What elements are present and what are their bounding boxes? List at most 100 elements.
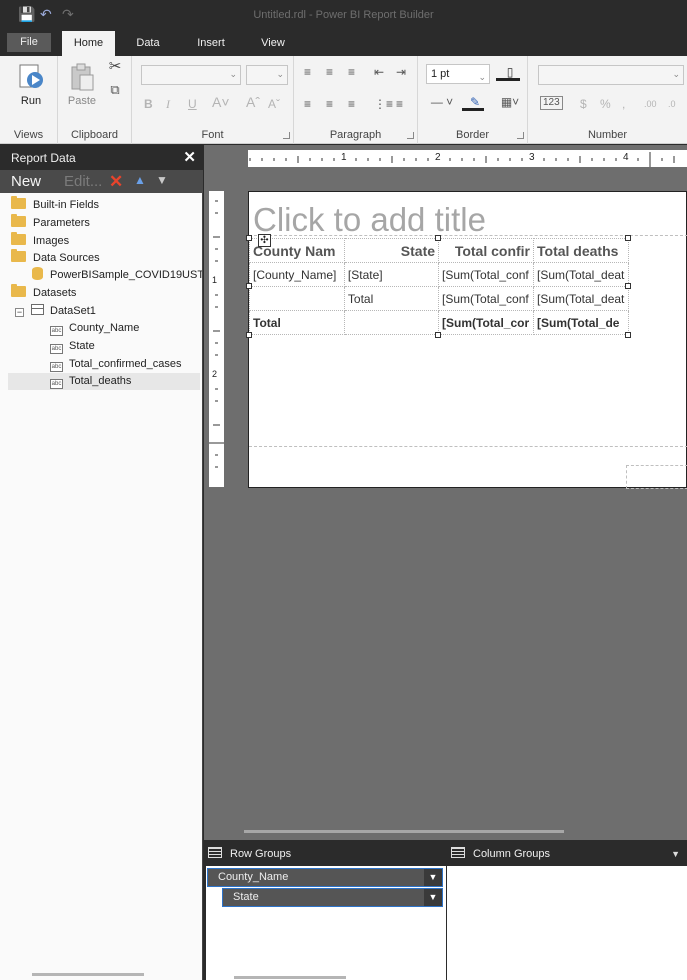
table-cell[interactable]: Total <box>249 310 345 335</box>
align-bottom-icon[interactable]: ≡ <box>348 64 355 80</box>
copy-icon[interactable]: ⧉ <box>106 82 124 98</box>
table-cell[interactable]: [Sum(Total_conf <box>438 262 534 287</box>
table-cell[interactable] <box>249 286 345 311</box>
percent-icon[interactable]: % <box>600 96 611 112</box>
align-left-icon[interactable]: ≡ <box>304 96 311 112</box>
resize-handle[interactable] <box>435 235 441 241</box>
tree-item-data-sources[interactable]: Data Sources <box>11 249 100 267</box>
font-dialog-launcher-icon[interactable] <box>283 132 290 139</box>
dropdown-icon[interactable]: ▼ <box>424 869 442 886</box>
number-format-combo[interactable]: ⌄ <box>538 65 684 85</box>
tree-item-parameters[interactable]: Parameters <box>11 214 90 232</box>
line-style-icon[interactable]: — ˅ <box>428 94 456 110</box>
new-button[interactable]: New <box>11 173 41 190</box>
font-family-combo[interactable]: ⌄ <box>141 65 241 85</box>
tree-item-images[interactable]: Images <box>11 232 69 250</box>
table-cell[interactable]: [Sum(Total_cor <box>438 310 534 335</box>
table-cell[interactable]: [Sum(Total_de <box>533 310 629 335</box>
underline-icon[interactable]: U <box>188 96 197 112</box>
comma-icon[interactable]: , <box>622 96 625 112</box>
resize-handle[interactable] <box>246 332 252 338</box>
align-middle-icon[interactable]: ≡ <box>326 64 333 80</box>
header-cell[interactable]: State <box>343 238 440 263</box>
tree-item-dataset1[interactable]: DataSet1 <box>31 303 96 320</box>
pane-menu-icon[interactable]: ▼ <box>671 849 680 859</box>
resize-handle[interactable] <box>625 332 631 338</box>
row-groups-scrollbar[interactable] <box>234 976 346 979</box>
tree-item-field[interactable]: abc State <box>50 338 95 355</box>
border-dialog-launcher-icon[interactable] <box>517 132 524 139</box>
italic-icon[interactable]: I <box>166 96 170 112</box>
footer-textbox[interactable] <box>626 465 687 489</box>
table-cell[interactable]: [Sum(Total_conf <box>438 286 534 311</box>
currency-icon[interactable]: $ <box>580 96 587 112</box>
font-color-icon[interactable]: A˅ <box>212 94 230 110</box>
align-right-icon[interactable]: ≡ <box>348 96 355 112</box>
bullets-icon[interactable]: ⋮≡ <box>374 96 393 112</box>
tab-view[interactable]: View <box>250 31 296 56</box>
numbering-icon[interactable]: ≡ <box>396 96 403 112</box>
placeholder-number-icon[interactable]: 123 <box>540 96 563 110</box>
resize-handle[interactable] <box>625 283 631 289</box>
table-cell[interactable]: [Sum(Total_deat <box>533 286 629 311</box>
increase-indent-icon[interactable]: ⇥ <box>396 64 406 80</box>
window-title: Untitled.rdl - Power BI Report Builder <box>253 9 434 21</box>
resize-handle[interactable] <box>246 235 252 241</box>
run-button[interactable]: Run <box>14 62 48 107</box>
table-cell[interactable] <box>343 310 440 335</box>
edit-button[interactable]: Edit... <box>64 173 102 190</box>
move-handle-icon[interactable]: ✣ <box>258 234 271 247</box>
borders-icon[interactable]: ▦˅ <box>496 94 524 110</box>
collapse-icon[interactable]: − <box>15 308 24 317</box>
resize-handle[interactable] <box>246 283 252 289</box>
tree-item-field[interactable]: abc Total_confirmed_cases <box>50 356 182 373</box>
table-cell[interactable]: [State] <box>343 262 440 287</box>
report-title-textbox[interactable]: Click to add title <box>253 201 486 239</box>
line-color-icon[interactable]: ✎ <box>462 94 488 111</box>
tree-item-builtin-fields[interactable]: Built-in Fields <box>11 196 99 214</box>
header-cell[interactable]: Total deaths <box>533 238 629 263</box>
tablix[interactable]: County Nam State Total confir Total deat… <box>249 238 629 335</box>
shrink-font-icon[interactable]: Aˇ <box>268 96 280 112</box>
close-icon[interactable]: ✕ <box>183 148 196 166</box>
paste-button[interactable]: Paste <box>64 62 100 107</box>
resize-handle[interactable] <box>435 332 441 338</box>
font-size-combo[interactable]: ⌄ <box>246 65 288 85</box>
chevron-down-icon: ⌄ <box>229 69 237 79</box>
column-groups-header: Column Groups <box>451 847 550 860</box>
tree-item-field[interactable]: abc County_Name <box>50 320 139 337</box>
horizontal-scrollbar[interactable] <box>244 830 564 833</box>
header-cell[interactable]: Total confir <box>438 238 534 263</box>
tab-insert[interactable]: Insert <box>184 31 238 56</box>
tab-data[interactable]: Data <box>124 31 172 56</box>
resize-handle[interactable] <box>625 235 631 241</box>
row-group-item[interactable]: County_Name ▼ <box>207 868 443 887</box>
table-cell[interactable]: [County_Name] <box>249 262 345 287</box>
border-width-combo[interactable]: 1 pt ⌄ <box>426 64 490 84</box>
cut-icon[interactable]: ✂ <box>106 59 124 75</box>
move-down-icon[interactable]: ▼ <box>156 173 168 187</box>
increase-decimal-icon[interactable]: .00 <box>644 96 657 112</box>
table-cell[interactable]: Total <box>343 286 440 311</box>
delete-icon[interactable]: ✕ <box>109 172 123 192</box>
decrease-decimal-icon[interactable]: .0 <box>668 96 676 112</box>
move-up-icon[interactable]: ▲ <box>134 173 146 187</box>
left-pane-scrollbar[interactable] <box>32 973 144 976</box>
decrease-indent-icon[interactable]: ⇤ <box>374 64 384 80</box>
tree-item-field-selected[interactable]: abc Total_deaths <box>8 373 200 390</box>
paragraph-dialog-launcher-icon[interactable] <box>407 132 414 139</box>
tree-item-datasets[interactable]: Datasets <box>11 284 76 302</box>
clipboard-group: Paste ✂ ⧉ Clipboard <box>58 56 132 144</box>
fill-color-icon[interactable]: ▯ <box>496 64 524 81</box>
grow-font-icon[interactable]: Aˆ <box>246 94 260 110</box>
dropdown-icon[interactable]: ▼ <box>424 889 442 906</box>
table-cell[interactable]: [Sum(Total_deat <box>533 262 629 287</box>
tree-item-datasource[interactable]: PowerBISample_COVID19USTr <box>32 267 202 284</box>
row-group-item[interactable]: State ▼ <box>222 888 443 907</box>
align-top-icon[interactable]: ≡ <box>304 64 311 80</box>
bold-icon[interactable]: B <box>144 96 153 112</box>
column-groups-list <box>447 866 687 980</box>
align-center-icon[interactable]: ≡ <box>326 96 333 112</box>
tab-file[interactable]: File <box>7 33 51 52</box>
tab-home[interactable]: Home <box>62 31 115 56</box>
